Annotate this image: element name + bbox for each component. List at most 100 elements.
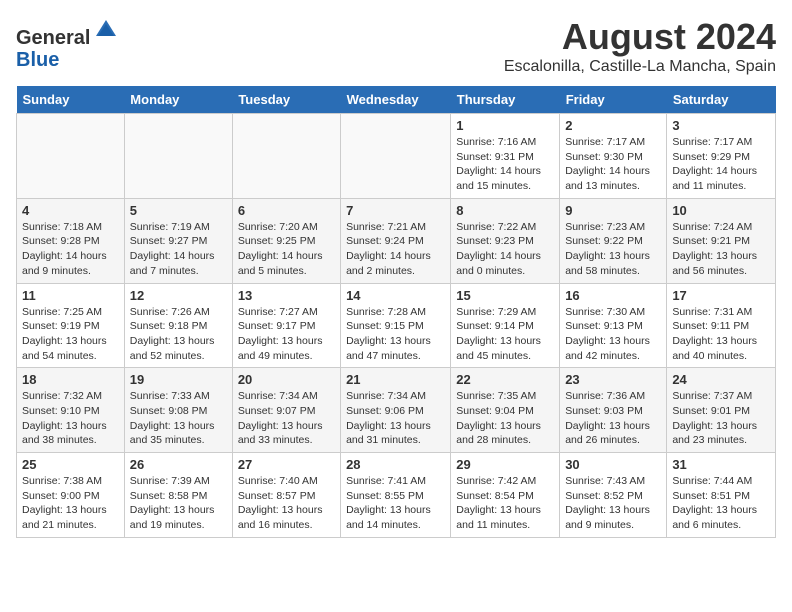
day-cell: 19 Sunrise: 7:33 AM Sunset: 9:08 PM Dayli… <box>124 368 232 453</box>
day-info: Sunrise: 7:21 AM Sunset: 9:24 PM Dayligh… <box>346 220 445 279</box>
day-info: Sunrise: 7:44 AM Sunset: 8:51 PM Dayligh… <box>672 474 770 533</box>
day-cell: 3Sunrise: 7:17 AM Sunset: 9:29 PM Daylig… <box>667 114 776 199</box>
day-number: 6 <box>238 203 335 218</box>
day-cell: 30 Sunrise: 7:43 AM Sunset: 8:52 PM Dayli… <box>560 453 667 538</box>
day-number: 15 <box>456 288 554 303</box>
title-area: August 2024 Escalonilla, Castille-La Man… <box>504 16 776 76</box>
day-info: Sunrise: 7:32 AM Sunset: 9:10 PM Dayligh… <box>22 389 119 448</box>
day-cell: 5Sunrise: 7:19 AM Sunset: 9:27 PM Daylig… <box>124 198 232 283</box>
day-cell: 7 Sunrise: 7:21 AM Sunset: 9:24 PM Daylig… <box>341 198 451 283</box>
day-cell: 23Sunrise: 7:36 AM Sunset: 9:03 PM Dayli… <box>560 368 667 453</box>
day-cell: 29 Sunrise: 7:42 AM Sunset: 8:54 PM Dayli… <box>451 453 560 538</box>
day-info: Sunrise: 7:43 AM Sunset: 8:52 PM Dayligh… <box>565 474 661 533</box>
month-title: August 2024 <box>504 16 776 58</box>
day-info: Sunrise: 7:40 AM Sunset: 8:57 PM Dayligh… <box>238 474 335 533</box>
day-info: Sunrise: 7:26 AM Sunset: 9:18 PM Dayligh… <box>130 305 227 364</box>
day-number: 22 <box>456 372 554 387</box>
week-row-2: 4 Sunrise: 7:18 AM Sunset: 9:28 PM Daylig… <box>17 198 776 283</box>
day-number: 28 <box>346 457 445 472</box>
day-number: 3 <box>672 118 770 133</box>
day-number: 25 <box>22 457 119 472</box>
calendar-table: SundayMondayTuesdayWednesdayThursdayFrid… <box>16 86 776 538</box>
day-cell <box>232 114 340 199</box>
day-cell: 11 Sunrise: 7:25 AM Sunset: 9:19 PM Dayli… <box>17 283 125 368</box>
day-cell: 26 Sunrise: 7:39 AM Sunset: 8:58 PM Dayli… <box>124 453 232 538</box>
day-info: Sunrise: 7:17 AM Sunset: 9:30 PM Dayligh… <box>565 135 661 194</box>
day-number: 23 <box>565 372 661 387</box>
day-info: Sunrise: 7:39 AM Sunset: 8:58 PM Dayligh… <box>130 474 227 533</box>
day-info: Sunrise: 7:38 AM Sunset: 9:00 PM Dayligh… <box>22 474 119 533</box>
day-cell: 6 Sunrise: 7:20 AM Sunset: 9:25 PM Daylig… <box>232 198 340 283</box>
logo: General Blue <box>16 16 120 71</box>
day-cell: 21 Sunrise: 7:34 AM Sunset: 9:06 PM Dayli… <box>341 368 451 453</box>
day-info: Sunrise: 7:18 AM Sunset: 9:28 PM Dayligh… <box>22 220 119 279</box>
day-cell: 2Sunrise: 7:17 AM Sunset: 9:30 PM Daylig… <box>560 114 667 199</box>
week-row-4: 18 Sunrise: 7:32 AM Sunset: 9:10 PM Dayli… <box>17 368 776 453</box>
day-cell: 8 Sunrise: 7:22 AM Sunset: 9:23 PM Daylig… <box>451 198 560 283</box>
col-header-sunday: Sunday <box>17 86 125 114</box>
week-row-1: 1 Sunrise: 7:16 AM Sunset: 9:31 PM Daylig… <box>17 114 776 199</box>
week-row-3: 11 Sunrise: 7:25 AM Sunset: 9:19 PM Dayli… <box>17 283 776 368</box>
day-cell <box>124 114 232 199</box>
day-number: 8 <box>456 203 554 218</box>
day-info: Sunrise: 7:42 AM Sunset: 8:54 PM Dayligh… <box>456 474 554 533</box>
day-cell: 18 Sunrise: 7:32 AM Sunset: 9:10 PM Dayli… <box>17 368 125 453</box>
day-cell: 9 Sunrise: 7:23 AM Sunset: 9:22 PM Daylig… <box>560 198 667 283</box>
logo-general: General <box>16 27 90 49</box>
day-info: Sunrise: 7:34 AM Sunset: 9:06 PM Dayligh… <box>346 389 445 448</box>
day-cell: 15 Sunrise: 7:29 AM Sunset: 9:14 PM Dayli… <box>451 283 560 368</box>
day-number: 14 <box>346 288 445 303</box>
day-cell: 24 Sunrise: 7:37 AM Sunset: 9:01 PM Dayli… <box>667 368 776 453</box>
day-info: Sunrise: 7:23 AM Sunset: 9:22 PM Dayligh… <box>565 220 661 279</box>
day-number: 16 <box>565 288 661 303</box>
day-info: Sunrise: 7:33 AM Sunset: 9:08 PM Dayligh… <box>130 389 227 448</box>
logo-blue: Blue <box>16 49 59 71</box>
day-cell: 20 Sunrise: 7:34 AM Sunset: 9:07 PM Dayli… <box>232 368 340 453</box>
day-cell: 16Sunrise: 7:30 AM Sunset: 9:13 PM Dayli… <box>560 283 667 368</box>
day-number: 18 <box>22 372 119 387</box>
day-info: Sunrise: 7:20 AM Sunset: 9:25 PM Dayligh… <box>238 220 335 279</box>
col-header-tuesday: Tuesday <box>232 86 340 114</box>
day-info: Sunrise: 7:22 AM Sunset: 9:23 PM Dayligh… <box>456 220 554 279</box>
day-number: 19 <box>130 372 227 387</box>
day-info: Sunrise: 7:34 AM Sunset: 9:07 PM Dayligh… <box>238 389 335 448</box>
day-number: 4 <box>22 203 119 218</box>
col-header-monday: Monday <box>124 86 232 114</box>
day-number: 9 <box>565 203 661 218</box>
day-info: Sunrise: 7:35 AM Sunset: 9:04 PM Dayligh… <box>456 389 554 448</box>
day-info: Sunrise: 7:29 AM Sunset: 9:14 PM Dayligh… <box>456 305 554 364</box>
day-info: Sunrise: 7:24 AM Sunset: 9:21 PM Dayligh… <box>672 220 770 279</box>
day-number: 11 <box>22 288 119 303</box>
day-cell <box>341 114 451 199</box>
day-number: 26 <box>130 457 227 472</box>
day-number: 1 <box>456 118 554 133</box>
week-row-5: 25 Sunrise: 7:38 AM Sunset: 9:00 PM Dayli… <box>17 453 776 538</box>
day-cell: 14Sunrise: 7:28 AM Sunset: 9:15 PM Dayli… <box>341 283 451 368</box>
day-cell <box>17 114 125 199</box>
day-info: Sunrise: 7:37 AM Sunset: 9:01 PM Dayligh… <box>672 389 770 448</box>
day-number: 7 <box>346 203 445 218</box>
day-info: Sunrise: 7:16 AM Sunset: 9:31 PM Dayligh… <box>456 135 554 194</box>
day-number: 27 <box>238 457 335 472</box>
day-cell: 28 Sunrise: 7:41 AM Sunset: 8:55 PM Dayli… <box>341 453 451 538</box>
col-header-wednesday: Wednesday <box>341 86 451 114</box>
day-number: 31 <box>672 457 770 472</box>
day-number: 24 <box>672 372 770 387</box>
day-number: 20 <box>238 372 335 387</box>
day-info: Sunrise: 7:31 AM Sunset: 9:11 PM Dayligh… <box>672 305 770 364</box>
day-info: Sunrise: 7:41 AM Sunset: 8:55 PM Dayligh… <box>346 474 445 533</box>
header: General Blue August 2024 Escalonilla, Ca… <box>16 16 776 76</box>
day-info: Sunrise: 7:27 AM Sunset: 9:17 PM Dayligh… <box>238 305 335 364</box>
day-number: 29 <box>456 457 554 472</box>
day-info: Sunrise: 7:25 AM Sunset: 9:19 PM Dayligh… <box>22 305 119 364</box>
day-cell: 13 Sunrise: 7:27 AM Sunset: 9:17 PM Dayli… <box>232 283 340 368</box>
day-cell: 17Sunrise: 7:31 AM Sunset: 9:11 PM Dayli… <box>667 283 776 368</box>
day-number: 30 <box>565 457 661 472</box>
day-cell: 22 Sunrise: 7:35 AM Sunset: 9:04 PM Dayli… <box>451 368 560 453</box>
col-header-thursday: Thursday <box>451 86 560 114</box>
day-number: 13 <box>238 288 335 303</box>
day-number: 12 <box>130 288 227 303</box>
day-number: 21 <box>346 372 445 387</box>
day-number: 5 <box>130 203 227 218</box>
header-row: SundayMondayTuesdayWednesdayThursdayFrid… <box>17 86 776 114</box>
